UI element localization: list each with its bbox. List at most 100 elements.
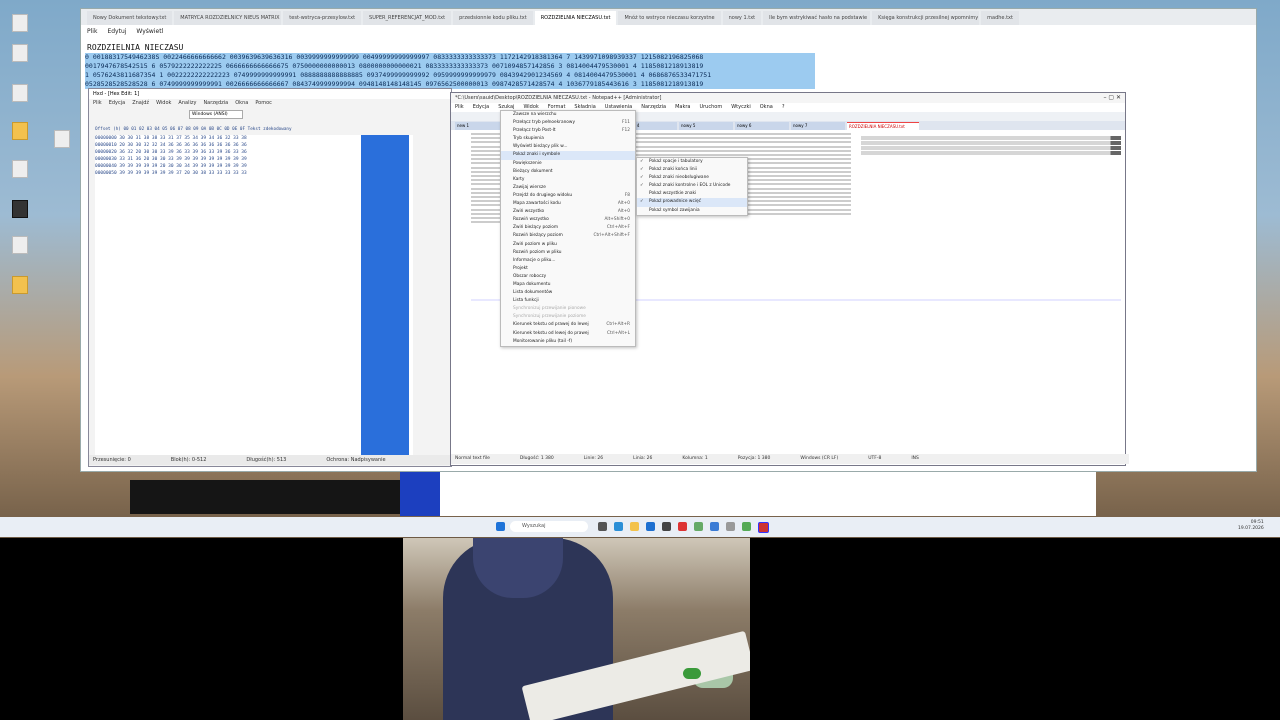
- task-view-icon[interactable]: [598, 522, 607, 531]
- menu-item[interactable]: Pokaż znaki i symbole: [501, 151, 635, 160]
- desktop-file-icon[interactable]: [48, 130, 76, 150]
- tab[interactable]: Mnóż to wstryce nieczasu korzystne: [618, 11, 721, 25]
- hex-text-selection[interactable]: [361, 135, 409, 457]
- menu-item[interactable]: Karty: [501, 176, 635, 184]
- menu-item[interactable]: Projekt: [501, 265, 635, 273]
- menu-item[interactable]: Znajdź: [132, 100, 149, 108]
- menu-item[interactable]: Rozwiń wszystko Alt+Shift+0: [501, 216, 635, 224]
- menu-item[interactable]: Edycja: [473, 103, 490, 112]
- menu-item[interactable]: Analizy: [178, 100, 196, 108]
- tab[interactable]: MATRYCA ROZDZIELNICY NIEUS MATRIX: [174, 11, 282, 25]
- chrome-icon[interactable]: [678, 522, 687, 531]
- menu-item[interactable]: Uruchom: [699, 103, 722, 112]
- submenu-item[interactable]: Pokaż symbol zawijania: [637, 207, 747, 215]
- npp-tab[interactable]: nowy 6: [735, 122, 789, 130]
- menu-edit[interactable]: Edytuj: [107, 26, 126, 38]
- submenu-item[interactable]: ✓ Pokaż znaki końca linii: [637, 166, 747, 174]
- encoding-select[interactable]: Windows (ANSI): [189, 110, 243, 119]
- desktop-app-icon[interactable]: [6, 200, 34, 220]
- notepadpp-taskbar-icon[interactable]: [694, 522, 703, 531]
- start-icon[interactable]: [496, 522, 505, 531]
- video-player-controls[interactable]: [130, 480, 400, 514]
- menu-item[interactable]: Mapa dokumentu: [501, 281, 635, 289]
- menu-item[interactable]: Zwiń wszystko Alt+0: [501, 208, 635, 216]
- menu-item[interactable]: Obszar roboczy: [501, 273, 635, 281]
- menu-item[interactable]: Przełącz tryb Post-It F12: [501, 127, 635, 135]
- menu-item[interactable]: Okna: [760, 103, 773, 112]
- menu-item[interactable]: Rozwiń poziom w pliku: [501, 249, 635, 257]
- desktop-file-icon[interactable]: [6, 84, 34, 104]
- edge-icon[interactable]: [614, 522, 623, 531]
- tab[interactable]: Nowy Dokument tekstowy.txt: [87, 11, 173, 25]
- menu-item[interactable]: Edycja: [109, 100, 126, 108]
- menu-item[interactable]: Zwiń poziom w pliku: [501, 241, 635, 249]
- tab[interactable]: Księga konstrukcji przesilnej wpomnimy: [872, 11, 980, 25]
- menu-item[interactable]: Kierunek tekstu od lewej do prawej Ctrl+A…: [501, 330, 635, 338]
- menu-item[interactable]: Zwiń bieżący poziom Ctrl+Alt+F: [501, 224, 635, 232]
- editor-text-area-right[interactable]: [861, 135, 1121, 231]
- menu-item[interactable]: Narzędzia: [641, 103, 666, 112]
- menu-item[interactable]: Plik: [455, 103, 464, 112]
- desktop-file-icon[interactable]: [6, 160, 34, 180]
- view-menu-dropdown[interactable]: Zawsze na wierzchu Przełącz tryb pełnoekr…: [500, 110, 636, 347]
- menu-item[interactable]: Widok: [156, 100, 171, 108]
- npp-tab-active[interactable]: ROZDZIELNIA NIECZASU.txt: [847, 122, 919, 131]
- desktop-folder-icon[interactable]: [6, 122, 34, 142]
- app-icon[interactable]: [710, 522, 719, 531]
- menu-item[interactable]: Lista funkcji: [501, 297, 635, 305]
- tab[interactable]: przedsionnie kodu pliku.txt: [453, 11, 533, 25]
- menu-item[interactable]: Lista dokumentów: [501, 289, 635, 297]
- hex-editor-window[interactable]: Hxd - [Hex Edit: 1] Plik Edycja Znajdź W…: [88, 88, 455, 467]
- menu-item[interactable]: Okna: [235, 100, 248, 108]
- selected-text-line[interactable]: 1 0576243811687354 1 0022222222222223 07…: [85, 71, 815, 80]
- menu-item[interactable]: Makra: [675, 103, 690, 112]
- menu-item[interactable]: Informacje o pliku...: [501, 257, 635, 265]
- menu-item[interactable]: Narzędzia: [203, 100, 228, 108]
- menu-item[interactable]: Przejdź do drugiego widoku F8: [501, 192, 635, 200]
- desktop-file-icon[interactable]: [6, 44, 34, 64]
- menu-item[interactable]: ?: [782, 103, 785, 112]
- menu-item[interactable]: Powiększenie: [501, 160, 635, 168]
- desktop-folder-icon[interactable]: [6, 276, 34, 296]
- menu-item[interactable]: Mapa zawartości kodu Alt+0: [501, 200, 635, 208]
- npp-tab[interactable]: nowy 7: [791, 122, 845, 130]
- store-icon[interactable]: [646, 522, 655, 531]
- selected-text-line[interactable]: 0 0018831754946238S 0022466666666662 003…: [85, 53, 815, 62]
- menu-item[interactable]: Wtyczki: [731, 103, 751, 112]
- terminal-icon[interactable]: [662, 522, 671, 531]
- menu-item[interactable]: Pomoc: [255, 100, 272, 108]
- menu-item[interactable]: Przełącz tryb pełnoekranowy F11: [501, 119, 635, 127]
- menu-view[interactable]: Wyświetl: [136, 26, 163, 38]
- active-app-icon[interactable]: [758, 522, 769, 533]
- window-controls[interactable]: – ▢ ✕: [1103, 94, 1121, 101]
- tab[interactable]: madhe.txt: [981, 11, 1019, 25]
- submenu-item[interactable]: Pokaż wszystkie znaki: [637, 190, 747, 198]
- desktop-file-icon[interactable]: [6, 14, 34, 34]
- system-clock[interactable]: 09:51 19.07.2026: [1238, 520, 1264, 532]
- menu-item[interactable]: Plik: [93, 100, 102, 108]
- tab[interactable]: Ile bym wstrykiwać hasło na podstawie: [763, 11, 871, 25]
- app-icon[interactable]: [726, 522, 735, 531]
- search-box[interactable]: Wyszukaj: [510, 521, 588, 532]
- menu-file[interactable]: Plik: [87, 26, 97, 38]
- menu-item[interactable]: Monitorowanie pliku (tail -f): [501, 338, 635, 346]
- npp-tab[interactable]: nowy 5: [679, 122, 733, 130]
- selected-text-line[interactable]: 0017947678542515 6 0579222222222225 0666…: [85, 62, 815, 71]
- desktop-file-icon[interactable]: [6, 236, 34, 256]
- menu-item[interactable]: Wyświetl bieżący plik w...: [501, 143, 635, 151]
- menu-item[interactable]: Zawsze na wierzchu: [501, 111, 635, 119]
- submenu-item[interactable]: ✓ Pokaż znaki nieobsługiwane: [637, 174, 747, 182]
- menu-item[interactable]: Rozwiń bieżący poziom Ctrl+Alt+Shift+F: [501, 232, 635, 240]
- show-symbols-submenu[interactable]: ✓ Pokaż spacje i tabulatory ✓ Pokaż znaki k…: [636, 157, 748, 216]
- submenu-item[interactable]: ✓ Pokaż spacje i tabulatory: [637, 158, 747, 166]
- file-explorer-icon[interactable]: [630, 522, 639, 531]
- tab-active[interactable]: ROZDZIELNIA NIECZASU.txt: [534, 11, 617, 25]
- tab[interactable]: test-wstryca-przesylow.txt: [283, 11, 362, 25]
- app-icon[interactable]: [742, 522, 751, 531]
- menu-item[interactable]: Zawijaj wiersze: [501, 184, 635, 192]
- tab[interactable]: nowy 1.txt: [722, 11, 762, 25]
- tab[interactable]: SUPER_REFERENCJAT_MOD.txt: [363, 11, 452, 25]
- menu-item[interactable]: Tryb skupienia: [501, 135, 635, 143]
- menu-item[interactable]: Bieżący dokument: [501, 168, 635, 176]
- submenu-item[interactable]: ✓ Pokaż prowadnice wcięć: [637, 198, 747, 207]
